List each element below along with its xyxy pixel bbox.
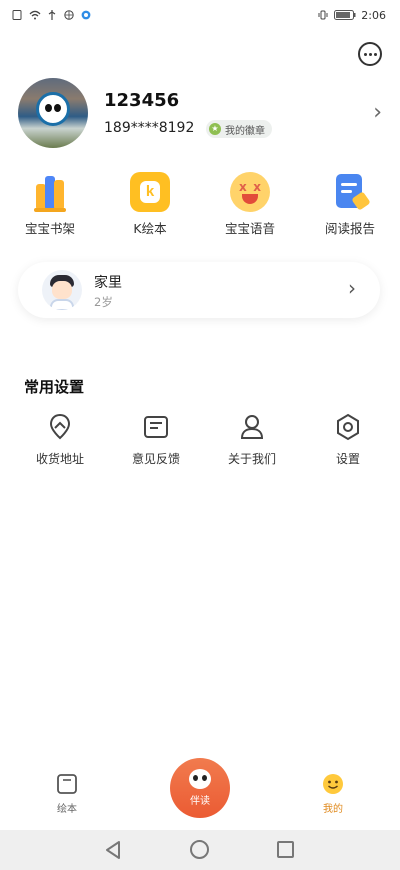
my-badge-button[interactable]: ★ 我的徽章 [206, 120, 272, 138]
chevron-right-icon[interactable]: › [373, 100, 382, 125]
status-bar: 2:06 [0, 0, 400, 30]
avatar[interactable] [18, 78, 88, 148]
settings-item-address[interactable]: 收货地址 [12, 412, 108, 467]
back-icon[interactable] [104, 840, 122, 860]
child-avatar [42, 270, 82, 310]
reading-report-icon [330, 172, 371, 212]
profile-header[interactable]: 123456 189****8192 ★ 我的徽章 › [18, 78, 388, 148]
quick-action-bookshelf[interactable]: 宝宝书架 [0, 172, 100, 237]
vibrate-icon [318, 10, 328, 20]
globe-icon [64, 10, 74, 20]
recent-apps-icon[interactable] [277, 841, 294, 858]
settings-item-about[interactable]: 关于我们 [204, 412, 300, 467]
badge-label: 我的徽章 [225, 125, 265, 137]
user-icon [240, 415, 264, 439]
sim-icon [12, 10, 22, 20]
system-navigation-bar [0, 830, 400, 870]
quick-action-baby-voice[interactable]: 宝宝语音 [200, 172, 300, 237]
feedback-icon [144, 416, 168, 438]
app-notification-icon [81, 10, 91, 20]
quick-action-reading-report[interactable]: 阅读报告 [300, 172, 400, 237]
username: 123456 [104, 90, 180, 111]
book-icon [57, 774, 77, 794]
status-left-icons [12, 10, 92, 20]
family-member-card[interactable]: 家里 2岁 › [18, 262, 380, 318]
bottom-tab-bar: 绘本 伴读 我的 [0, 758, 400, 830]
battery-icon [334, 10, 356, 20]
star-icon: ★ [209, 123, 221, 135]
quick-action-k-picturebook[interactable]: k K绘本 [100, 172, 200, 237]
home-icon[interactable] [190, 840, 209, 859]
k-picturebook-icon: k [130, 172, 170, 212]
quick-actions: 宝宝书架 k K绘本 宝宝语音 阅读报告 [0, 172, 400, 237]
status-right-icons: 2:06 [317, 9, 386, 22]
smiley-icon [323, 774, 343, 794]
wifi-icon [29, 10, 41, 20]
chat-bubble-icon [363, 52, 367, 56]
panda-avatar-image [36, 92, 70, 126]
settings-item-feedback[interactable]: 意见反馈 [108, 412, 204, 467]
chevron-right-icon: › [348, 276, 356, 300]
tab-picturebook[interactable]: 绘本 [37, 772, 97, 815]
tab-mine[interactable]: 我的 [303, 772, 363, 815]
phone-number: 189****8192 [104, 120, 195, 136]
settings-icon [337, 413, 359, 441]
location-icon [49, 413, 71, 440]
message-button[interactable] [358, 42, 382, 66]
settings-section-title: 常用设置 [24, 378, 85, 396]
settings-item-settings[interactable]: 设置 [300, 412, 396, 467]
child-age: 2岁 [94, 295, 113, 309]
status-time: 2:06 [361, 8, 386, 22]
baby-voice-icon [230, 172, 270, 212]
bookshelf-icon [30, 172, 70, 212]
panda-icon [189, 769, 211, 789]
common-settings: 收货地址 意见反馈 关于我们 设置 [0, 412, 400, 467]
tab-companion-reading[interactable]: 伴读 [170, 758, 230, 818]
family-name: 家里 [94, 275, 122, 291]
usb-icon [48, 10, 56, 20]
